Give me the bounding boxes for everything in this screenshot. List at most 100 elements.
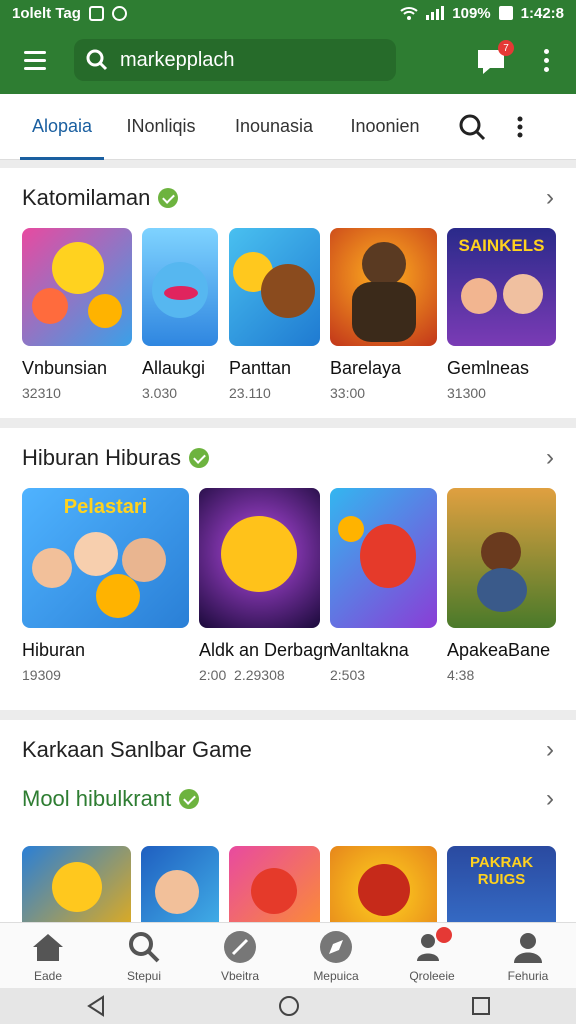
app-name: Gemlneas — [447, 358, 530, 378]
app-card[interactable]: Aldk an Derbagn 2:00 2.29308 — [199, 488, 333, 683]
app-card[interactable]: Pelastari Hiburan 19309 — [22, 488, 189, 683]
chevron-right-icon[interactable]: › — [546, 736, 554, 764]
app-card[interactable]: Barelaya 33:00 — [330, 228, 437, 401]
pen-icon — [224, 930, 256, 963]
app-card[interactable] — [141, 846, 219, 922]
person-icon — [514, 932, 542, 963]
app-thumbnail — [330, 488, 437, 628]
app-card[interactable]: Vnbunsian 32310 — [22, 228, 132, 401]
nav-item-social[interactable]: Qroleeie — [384, 923, 480, 988]
app-name-part: Aldk — [199, 640, 235, 660]
chat-button[interactable]: 7 — [474, 40, 514, 80]
nav-label: Stepui — [126, 968, 162, 983]
app-thumbnail — [330, 846, 437, 922]
search-icon — [129, 931, 160, 962]
section-hiburan: Hiburan Hiburas › Pelastari Hiburan 1930… — [0, 428, 576, 710]
tab-inoonien[interactable]: Inoonien — [330, 94, 440, 160]
app-card[interactable] — [22, 846, 131, 922]
compass-icon — [320, 930, 352, 963]
section-katomilaman: Katomilaman › Vnbunsian 32310 Allaukgi 3… — [0, 168, 576, 418]
app-name: Allaukgi — [142, 358, 206, 378]
chevron-right-icon[interactable]: › — [546, 785, 554, 813]
app-thumbnail — [22, 846, 131, 922]
app-name: ApakeaBane — [447, 640, 551, 660]
nav-item-profile[interactable]: Fehuria — [480, 923, 576, 988]
tab-alopaia[interactable]: Alopaia — [0, 94, 104, 160]
app-value: 4:38 — [447, 667, 475, 683]
nav-item-home[interactable]: Eade — [0, 923, 96, 988]
app-name: Vnbunsian — [22, 358, 108, 378]
status-bar: 1olelt Tag 109% 1:42:8 — [0, 0, 576, 26]
app-card[interactable]: Allaukgi 3.030 — [142, 228, 218, 401]
nav-label: Vbeitra — [220, 968, 260, 983]
chat-badge: 7 — [498, 40, 514, 56]
carrier-text: 1olelt Tag — [12, 4, 81, 22]
chevron-right-icon[interactable]: › — [546, 444, 554, 472]
section-header[interactable]: Katomilaman › — [0, 168, 576, 228]
tab-more-icon[interactable] — [496, 94, 544, 160]
verified-icon — [188, 448, 209, 468]
app-card[interactable]: Vanltakna 2:503 — [330, 488, 437, 683]
app-card[interactable]: Panttan 23.110 — [229, 228, 320, 401]
more-options-icon[interactable] — [532, 40, 560, 80]
nav-item-explore[interactable]: Mepuica — [288, 923, 384, 988]
nav-item-search[interactable]: Stepui — [96, 923, 192, 988]
nav-label: Fehuria — [507, 968, 549, 983]
app-card[interactable]: PAKRAK RUIGS — [447, 846, 556, 922]
app-value: 3.030 — [142, 385, 178, 401]
section-header[interactable]: Karkaan Sanlbar Game › — [0, 720, 576, 780]
app-card[interactable]: SAINKELS Gemlneas 31300 — [447, 228, 556, 401]
app-thumbnail — [141, 846, 219, 922]
app-thumbnail — [330, 228, 437, 346]
tab-nonliqis[interactable]: INonliqis — [104, 94, 218, 160]
app-thumbnail — [142, 228, 218, 346]
search-bar[interactable] — [74, 39, 396, 81]
app-bar: 7 — [0, 26, 576, 94]
app-name: Barelaya — [330, 358, 402, 378]
section-title: Hiburan Hiburas — [22, 445, 181, 470]
app-name: Hiburan — [22, 640, 86, 660]
app-card[interactable] — [330, 846, 437, 922]
app-value: 31300 — [447, 385, 486, 401]
thumbnail-text: SAINKELS — [458, 236, 545, 255]
subsection-header[interactable]: Mool hibulkrant › — [0, 776, 576, 822]
app-card[interactable] — [229, 846, 320, 922]
battery-text: 109% — [452, 4, 491, 22]
app-thumbnail: Pelastari — [22, 488, 189, 628]
app-card[interactable]: ApakeaBane 4:38 — [447, 488, 556, 683]
clock-text: 1:42:8 — [520, 4, 564, 22]
back-icon[interactable] — [85, 995, 107, 1017]
notification-icon — [88, 5, 104, 21]
section-karkaan: Karkaan Sanlbar Game › Mool hibulkrant ›… — [0, 720, 576, 922]
section-header[interactable]: Hiburan Hiburas › — [0, 428, 576, 488]
app-value: 2:503 — [330, 667, 366, 683]
app-name: Panttan — [229, 358, 292, 378]
tab-search-button[interactable] — [448, 94, 496, 160]
search-input[interactable] — [120, 48, 380, 72]
bottom-navigation: Eade Stepui Vbeitra Mepuica Qroleeie Feh… — [0, 922, 576, 988]
app-thumbnail — [229, 228, 320, 346]
recents-icon[interactable] — [471, 996, 491, 1016]
app-name-part: an Derbagn — [239, 640, 334, 660]
system-navigation-bar — [0, 988, 576, 1024]
home-circle-icon[interactable] — [278, 995, 300, 1017]
app-thumbnail — [229, 846, 320, 922]
tab-label: Inoonien — [350, 116, 420, 136]
tab-label: Alopaia — [31, 116, 93, 136]
notification-badge — [436, 926, 452, 943]
app-name: Vanltakna — [330, 640, 409, 660]
app-thumbnail — [447, 488, 556, 628]
menu-icon[interactable] — [14, 40, 54, 80]
subsection-title: Mool hibulkrant — [22, 786, 172, 811]
chevron-right-icon[interactable]: › — [546, 184, 554, 212]
section-title: Katomilaman — [22, 185, 151, 210]
nav-item-write[interactable]: Vbeitra — [192, 923, 288, 988]
app-thumbnail — [22, 228, 132, 346]
category-tabs: Alopaia INonliqis Inounasia Inoonien — [0, 94, 576, 160]
tab-label: INonliqis — [126, 116, 196, 136]
nav-label: Eade — [33, 968, 63, 983]
app-value: 23.110 — [229, 385, 271, 401]
tab-label: Inounasia — [234, 116, 314, 136]
app-value-part: 2:00 — [199, 667, 227, 683]
tab-inounasia[interactable]: Inounasia — [218, 94, 330, 160]
